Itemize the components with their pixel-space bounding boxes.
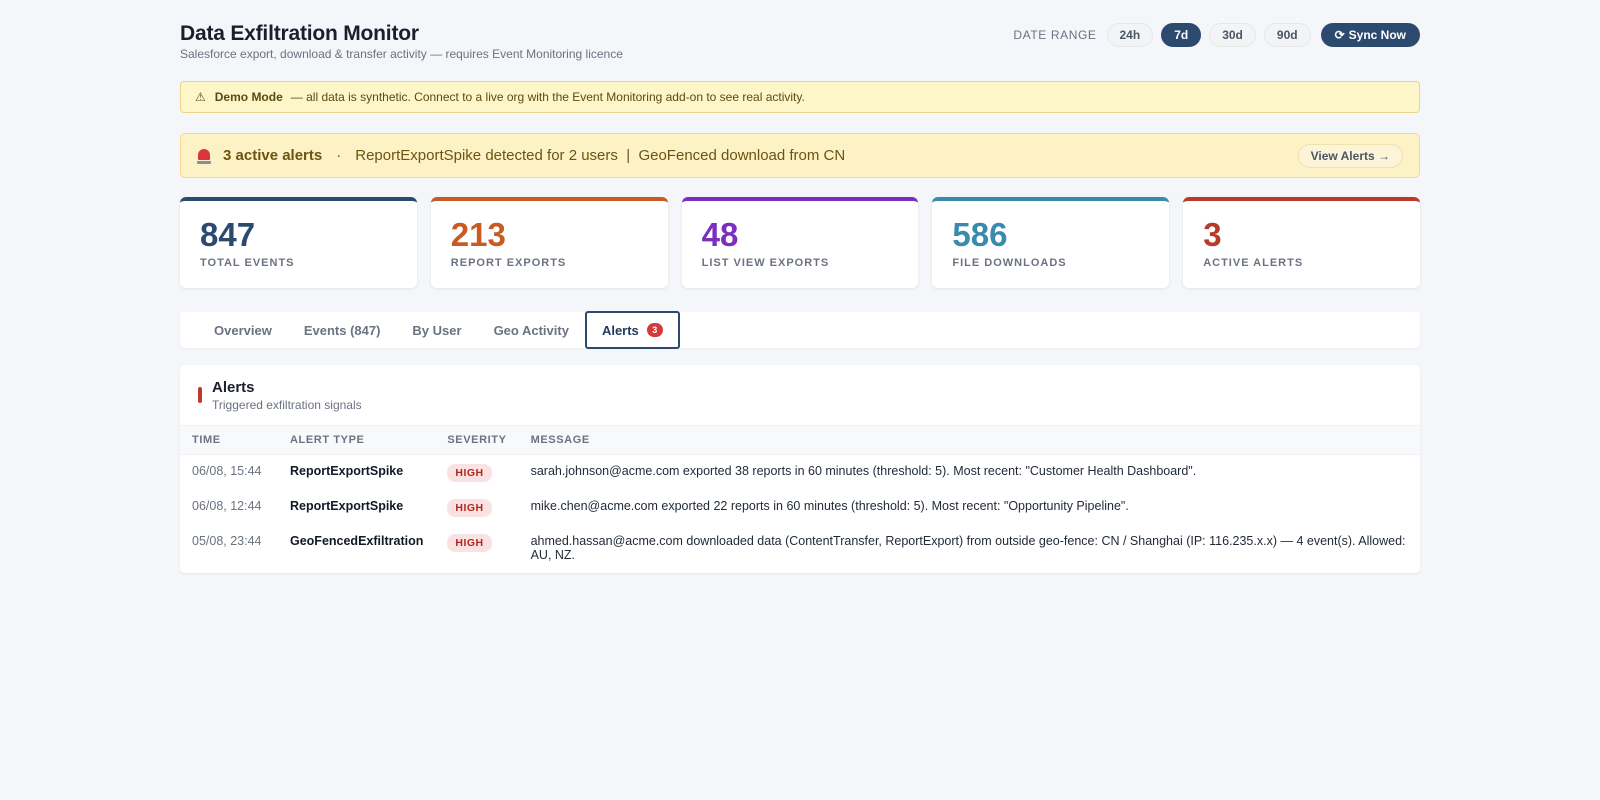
refresh-icon: ⟳ (1334, 28, 1345, 42)
siren-icon (197, 148, 211, 164)
alert-severity-cell: HIGH (435, 490, 518, 525)
alerts-table: TIME ALERT TYPE SEVERITY MESSAGE 06/08, … (180, 425, 1420, 570)
stat-card-list-view-exports: 48 LIST VIEW EXPORTS (681, 197, 919, 288)
stat-value: 48 (701, 216, 739, 253)
severity-badge: HIGH (447, 534, 492, 552)
alert-message: ahmed.hassan@acme.com downloaded data (C… (530, 534, 1406, 562)
column-header-alert-type[interactable]: ALERT TYPE (278, 426, 435, 455)
column-header-message[interactable]: MESSAGE (519, 426, 1420, 455)
stat-card-file-downloads: 586 FILE DOWNLOADS (932, 197, 1170, 288)
sync-now-label: Sync Now (1348, 28, 1406, 42)
warning-icon: ⚠ (195, 90, 206, 104)
range-button-30d[interactable]: 30d (1209, 23, 1256, 47)
stat-value: 3 (1203, 216, 1222, 253)
stat-card-total-events: 847 TOTAL EVENTS (180, 197, 417, 288)
stat-value: 586 (952, 216, 1008, 253)
demo-mode-label: Demo Mode (214, 90, 283, 104)
alerts-panel-subtitle: Triggered exfiltration signals (212, 398, 362, 412)
alert-type: GeoFencedExfiltration (290, 534, 424, 548)
app-root: Data Exfiltration Monitor Salesforce exp… (180, 0, 1420, 573)
stat-label: TOTAL EVENTS (200, 257, 295, 269)
stat-label: ACTIVE ALERTS (1203, 257, 1304, 269)
demo-mode-banner: ⚠ Demo Mode — all data is synthetic. Con… (180, 81, 1420, 113)
tab-bar: Overview Events (847) By User Geo Activi… (180, 311, 1420, 349)
table-row[interactable]: 06/08, 15:44 ReportExportSpike HIGH sara… (180, 455, 1420, 491)
table-row[interactable]: 06/08, 12:44 ReportExportSpike HIGH mike… (180, 490, 1420, 525)
tab-alerts[interactable]: Alerts 3 (584, 311, 680, 349)
alert-type: ReportExportSpike (290, 499, 404, 513)
tab-events[interactable]: Events (847) (288, 312, 397, 348)
alert-severity-cell: HIGH (435, 455, 518, 491)
column-header-time[interactable]: TIME (180, 426, 278, 455)
alert-severity-cell: HIGH (435, 525, 518, 570)
alert-type: ReportExportSpike (290, 464, 404, 478)
stat-value: 847 (200, 216, 256, 253)
tab-geo-activity[interactable]: Geo Activity (478, 312, 585, 348)
active-alerts-count: 3 active alerts (223, 147, 323, 164)
range-button-24h[interactable]: 24h (1106, 23, 1154, 47)
view-alerts-button[interactable]: View Alerts → (1297, 144, 1403, 168)
alerts-panel-header: Alerts Triggered exfiltration signals (180, 365, 1420, 425)
alerts-panel: Alerts Triggered exfiltration signals TI… (180, 365, 1420, 573)
stat-card-report-exports: 213 REPORT EXPORTS (430, 197, 668, 288)
severity-badge: HIGH (447, 499, 492, 517)
table-row[interactable]: 05/08, 23:44 GeoFencedExfiltration HIGH … (180, 525, 1420, 570)
alert-message: sarah.johnson@acme.com exported 38 repor… (530, 464, 1197, 478)
sync-now-button[interactable]: ⟳ Sync Now (1320, 23, 1420, 47)
column-header-severity[interactable]: SEVERITY (435, 426, 518, 455)
stat-card-active-alerts: 3 ACTIVE ALERTS (1183, 197, 1420, 288)
page-header: Data Exfiltration Monitor Salesforce exp… (180, 0, 1420, 80)
stat-cards: 847 TOTAL EVENTS 213 REPORT EXPORTS 48 L… (180, 197, 1420, 288)
alert-message: mike.chen@acme.com exported 22 reports i… (530, 499, 1129, 513)
severity-badge: HIGH (447, 464, 492, 482)
demo-mode-text: — all data is synthetic. Connect to a li… (290, 90, 805, 104)
date-range-label: DATE RANGE (1013, 28, 1097, 42)
stat-label: REPORT EXPORTS (450, 257, 567, 269)
tab-overview[interactable]: Overview (198, 312, 288, 348)
table-header-row: TIME ALERT TYPE SEVERITY MESSAGE (180, 425, 1420, 455)
panel-accent-bar (198, 387, 202, 403)
tab-alerts-label: Alerts (601, 322, 639, 338)
alert-time: 06/08, 15:44 (192, 464, 262, 478)
header-controls: DATE RANGE 24h 7d 30d 90d ⟳ Sync Now (1013, 23, 1420, 47)
alerts-panel-title: Alerts (212, 379, 255, 396)
range-button-7d[interactable]: 7d (1161, 23, 1202, 47)
page-title: Data Exfiltration Monitor (180, 22, 419, 45)
stat-label: LIST VIEW EXPORTS (701, 257, 830, 269)
alert-time: 05/08, 23:44 (192, 534, 262, 548)
alerts-summary: ReportExportSpike detected for 2 users |… (355, 147, 846, 164)
stat-label: FILE DOWNLOADS (952, 257, 1067, 269)
separator-dot: · (336, 147, 342, 164)
page-subtitle: Salesforce export, download & transfer a… (180, 47, 623, 61)
range-button-90d[interactable]: 90d (1263, 23, 1311, 47)
stat-value: 213 (450, 216, 506, 253)
tab-by-user[interactable]: By User (396, 312, 477, 348)
active-alerts-banner: 3 active alerts · ReportExportSpike dete… (180, 133, 1420, 178)
alerts-count-badge: 3 (646, 323, 663, 337)
alert-time: 06/08, 12:44 (192, 499, 262, 513)
